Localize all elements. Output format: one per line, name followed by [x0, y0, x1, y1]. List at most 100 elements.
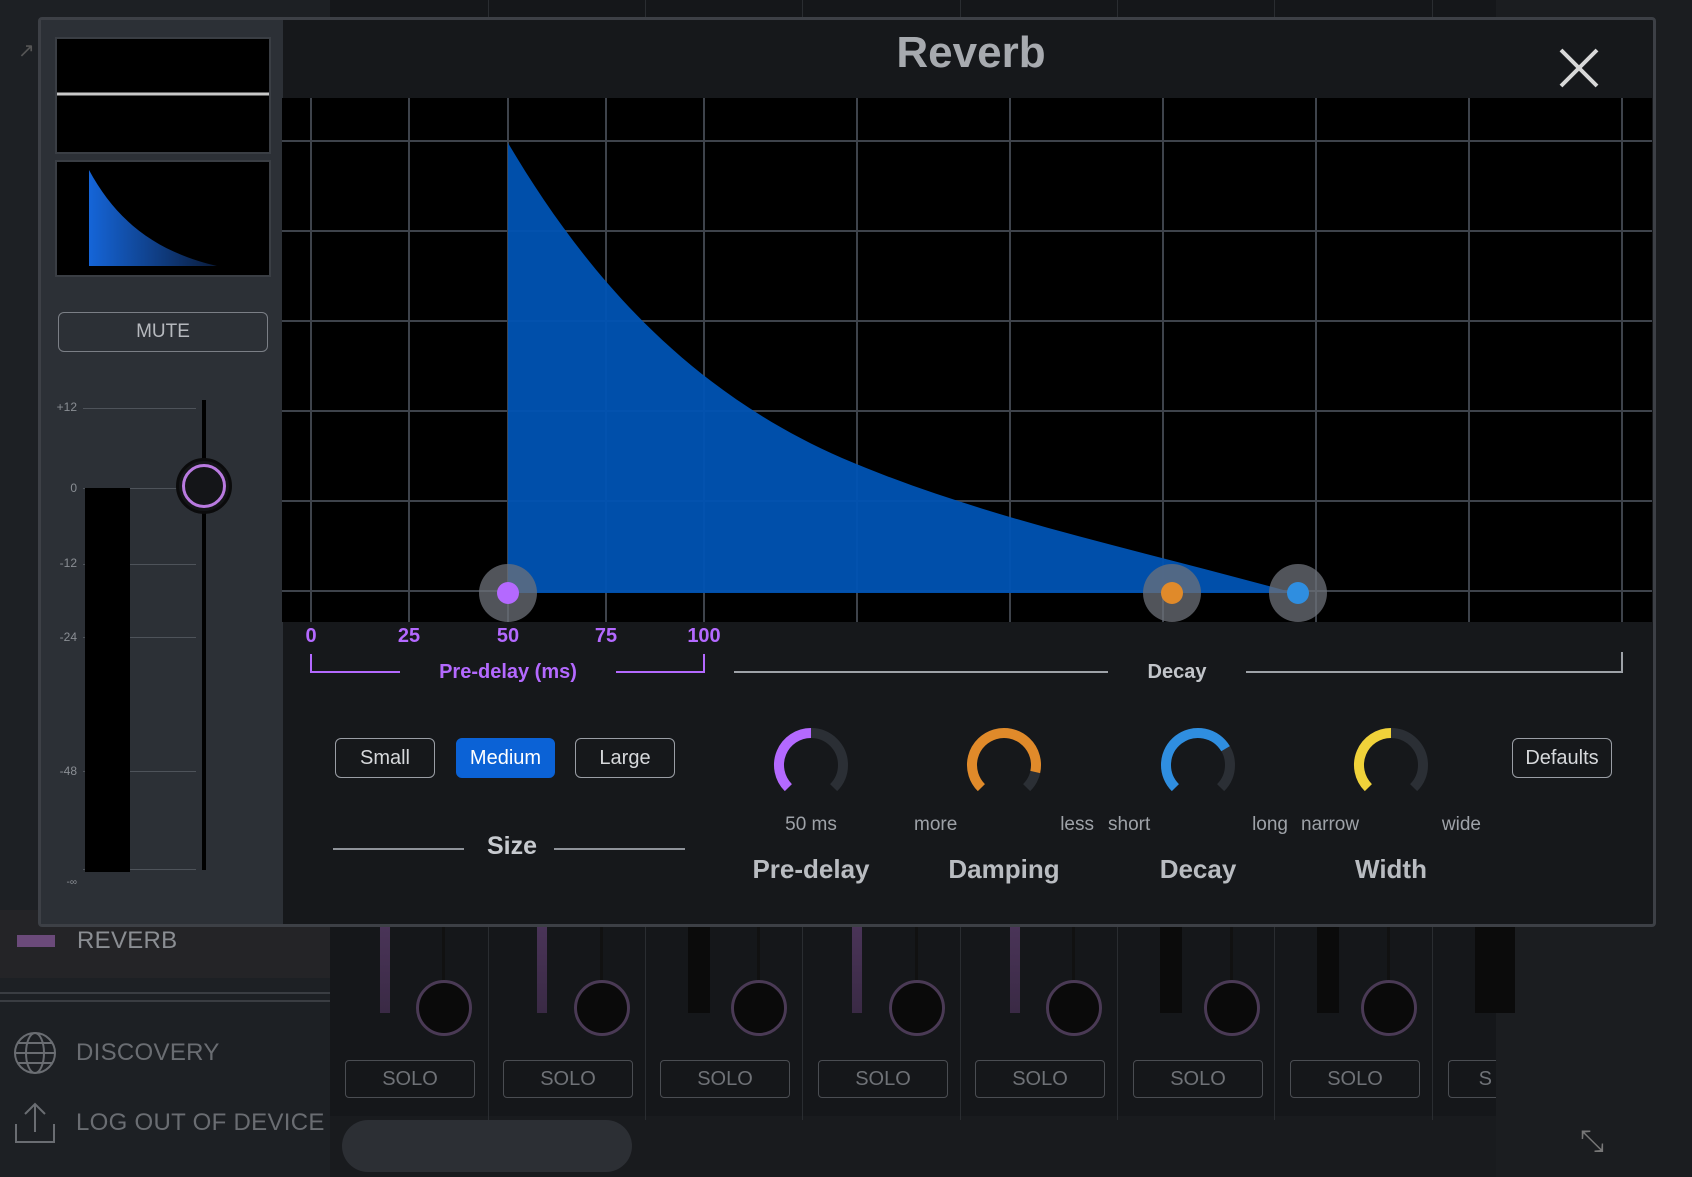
channel-meter	[852, 925, 862, 1013]
decay-knob[interactable]	[1153, 720, 1243, 810]
channel-fader-knob[interactable]	[1204, 980, 1260, 1036]
size-small-button[interactable]: Small	[335, 738, 435, 778]
close-button[interactable]	[1551, 40, 1607, 96]
channel-fader-track	[1387, 925, 1390, 985]
sidebar-item-label: DISCOVERY	[76, 1039, 220, 1066]
solo-button[interactable]: S	[1448, 1060, 1496, 1098]
size-divider	[554, 848, 685, 850]
predelay-knob-value-arc	[774, 728, 812, 792]
channel-meter	[1010, 925, 1020, 1013]
channel-meter	[1317, 925, 1339, 1013]
predelay-title: Pre-delay	[752, 854, 870, 884]
size-large-button[interactable]: Large	[575, 738, 675, 778]
sidebar-item-logout[interactable]: LOG OUT OF DEVICE	[12, 1100, 325, 1146]
reverb-color-swatch	[17, 935, 55, 947]
collapse-icon[interactable]: ⤡	[1580, 1125, 1604, 1159]
predelay-knob-group: 50 ms Pre-delay	[721, 720, 901, 885]
channel-meter	[1160, 925, 1182, 1013]
decay-knob-value-arc	[1161, 728, 1230, 792]
solo-button[interactable]: SOLO	[1290, 1060, 1420, 1098]
solo-button[interactable]: SOLO	[660, 1060, 790, 1098]
fader-scale-label: -∞	[66, 877, 77, 888]
reverb-modal: MUTE +12 0 -12 -24 -48 -∞ Reverb 0 25 50…	[38, 17, 1656, 927]
channel-fader-track	[915, 925, 918, 985]
fader-scale-label: -12	[59, 556, 77, 570]
size-label: Size	[486, 832, 538, 860]
channel-fader-knob[interactable]	[416, 980, 472, 1036]
width-knob-group: narrow wide Width	[1301, 720, 1481, 885]
solo-button[interactable]: SOLO	[503, 1060, 633, 1098]
predelay-tick-label: 25	[398, 625, 420, 647]
channel-fader-knob[interactable]	[889, 980, 945, 1036]
damping-handle[interactable]	[1143, 564, 1201, 622]
predelay-tick-label: 75	[595, 625, 617, 647]
defaults-button[interactable]: Defaults	[1512, 738, 1612, 778]
decay-title: Decay	[1159, 854, 1237, 884]
damping-max-label: less	[1060, 814, 1094, 835]
channel-fader-track	[600, 925, 603, 985]
predelay-tick-label: 0	[305, 625, 316, 647]
decay-handle[interactable]	[1269, 564, 1327, 622]
width-max-label: wide	[1441, 814, 1481, 835]
close-icon	[1559, 48, 1599, 88]
solo-button[interactable]: SOLO	[1133, 1060, 1263, 1098]
damping-min-label: more	[914, 814, 958, 835]
fader-scale-label: -48	[59, 764, 77, 778]
width-knob[interactable]	[1346, 720, 1436, 810]
sidebar-item-label: LOG OUT OF DEVICE	[76, 1109, 325, 1136]
graph-axis: 0 25 50 75 100 Pre-delay (ms) Decay	[305, 625, 1623, 683]
width-knob-value-arc	[1354, 728, 1392, 792]
damping-title: Damping	[948, 854, 1060, 884]
width-min-label: narrow	[1301, 814, 1360, 835]
channel-meter	[688, 925, 710, 1013]
predelay-tick-label: 100	[687, 625, 720, 647]
modal-title: Reverb	[896, 28, 1046, 77]
horizontal-scrollbar[interactable]	[342, 1120, 632, 1172]
waveform-thumbnail-flat[interactable]	[55, 37, 271, 154]
channel-fader-knob[interactable]	[574, 980, 630, 1036]
size-medium-button[interactable]: Medium	[456, 738, 555, 778]
decay-min-label: short	[1108, 814, 1151, 835]
volume-fader-thumb[interactable]	[176, 458, 232, 514]
solo-button[interactable]: SOLO	[345, 1060, 475, 1098]
decay-max-label: long	[1252, 814, 1288, 835]
channel-fader-track	[1072, 925, 1075, 985]
solo-button[interactable]: SOLO	[818, 1060, 948, 1098]
predelay-handle[interactable]	[479, 564, 537, 622]
predelay-axis-label: Pre-delay (ms)	[439, 661, 577, 683]
reverb-channel-panel: MUTE +12 0 -12 -24 -48 -∞	[41, 20, 283, 924]
decay-knob-group: short long Decay	[1108, 720, 1288, 885]
solo-button[interactable]: SOLO	[975, 1060, 1105, 1098]
size-divider	[333, 848, 464, 850]
decay-axis-label: Decay	[1148, 661, 1208, 683]
damping-knob[interactable]	[959, 720, 1049, 810]
predelay-value: 50 ms	[785, 814, 837, 835]
predelay-tick-label: 50	[497, 625, 519, 647]
damping-knob-group: more less Damping	[914, 720, 1094, 885]
fader-scale-label: -24	[59, 630, 77, 644]
width-title: Width	[1355, 854, 1427, 884]
channel-fader-knob[interactable]	[731, 980, 787, 1036]
divider	[0, 1000, 330, 1002]
channel-fader-knob[interactable]	[1046, 980, 1102, 1036]
channel-fader-track	[757, 925, 760, 985]
arrow-icon: ↗	[18, 40, 35, 62]
channel-fader-knob[interactable]	[1361, 980, 1417, 1036]
sidebar-item-discovery[interactable]: DISCOVERY	[12, 1030, 220, 1076]
sidebar-item-label: REVERB	[77, 927, 178, 954]
globe-icon	[14, 1032, 56, 1074]
predelay-knob[interactable]	[766, 720, 856, 810]
level-meter	[85, 488, 130, 872]
damping-knob-value-arc	[967, 728, 1041, 792]
channel-fader-track	[442, 925, 445, 985]
reverb-envelope-graph[interactable]	[282, 98, 1652, 622]
divider	[0, 992, 330, 994]
fader-scale-tick	[83, 408, 196, 409]
mute-button[interactable]: MUTE	[58, 312, 268, 352]
reverb-thumbnail[interactable]	[55, 160, 271, 277]
fader-ring	[182, 464, 226, 508]
channel-meter	[537, 925, 547, 1013]
fader-scale-label: 0	[70, 481, 77, 495]
channel-meter	[1475, 925, 1515, 1013]
channel-meter	[380, 925, 390, 1013]
